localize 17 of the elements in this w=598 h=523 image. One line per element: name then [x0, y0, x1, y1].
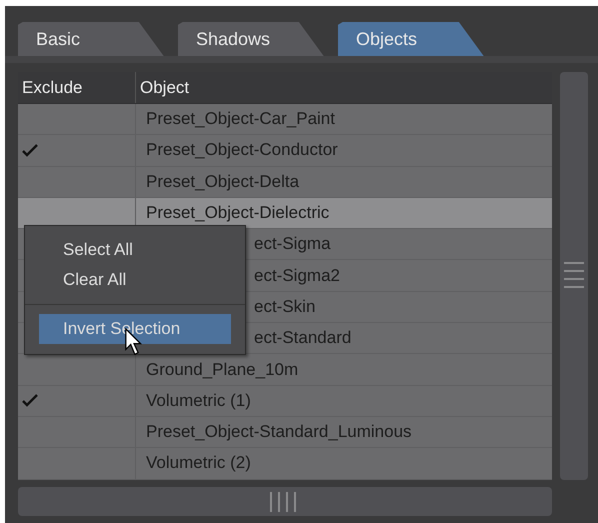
table-cell[interactable]: Volumetric (1): [136, 386, 552, 416]
check-icon: [22, 394, 38, 408]
column-header[interactable]: Object: [136, 72, 552, 103]
table-cell[interactable]: Preset_Object-Delta: [136, 166, 552, 197]
check-icon: [22, 144, 38, 157]
menu-item[interactable]: Invert Selection: [39, 314, 231, 344]
menu-item[interactable]: Select All: [39, 235, 231, 265]
table-cell[interactable]: Preset_Object-Dielectric: [136, 198, 552, 228]
menu-item[interactable]: Clear All: [39, 265, 231, 295]
table-cell[interactable]: Volumetric (2): [136, 448, 552, 479]
table-cell[interactable]: Ground_Plane_10m: [136, 354, 552, 385]
column-header[interactable]: Exclude: [18, 72, 136, 103]
table-cell[interactable]: Preset_Object-Car_Paint: [136, 104, 552, 134]
horizontal-scrollbar[interactable]: [18, 487, 552, 516]
table-cell[interactable]: Preset_Object-Standard_Luminous: [136, 416, 552, 448]
table-cell[interactable]: Preset_Object-Conductor: [136, 135, 552, 166]
vertical-scrollbar[interactable]: [560, 72, 588, 480]
